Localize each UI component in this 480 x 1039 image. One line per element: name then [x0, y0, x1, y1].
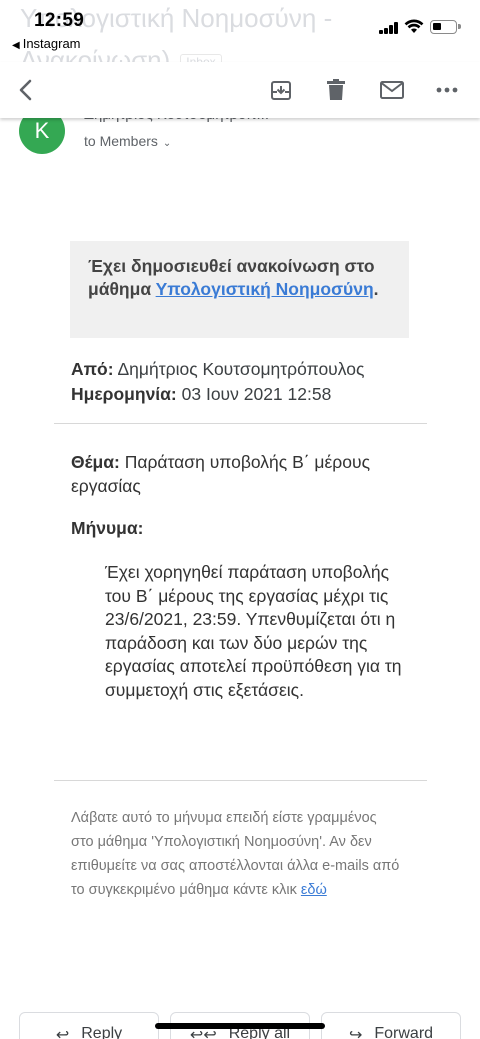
archive-icon[interactable] — [265, 74, 297, 106]
message-body: Έχει χορηγηθεί παράταση υποβολής του Β΄ … — [105, 562, 402, 700]
subject: Θέμα: Παράταση υποβολής Β΄ μέρους εργασί… — [71, 450, 421, 498]
back-to-app-link[interactable]: ◀ Instagram — [12, 36, 81, 51]
date-value: 03 Ιουν 2021 12:58 — [181, 384, 332, 404]
mail-icon[interactable] — [376, 74, 408, 106]
status-time: 12:59 — [34, 10, 85, 31]
forward-icon: ↪ — [348, 1027, 363, 1039]
wifi-icon — [404, 19, 424, 33]
from-label: Από: — [71, 359, 114, 379]
status-bar: 12:59 ◀ Instagram — [0, 0, 480, 62]
from-value: Δημήτριος Κουτσομητρόπουλος — [117, 359, 365, 379]
forward-label: Forward — [374, 1025, 434, 1039]
announcement-box: Έχει δημοσιευθεί ανακοίνωση στο μάθημα Υ… — [70, 241, 409, 338]
unsubscribe-link[interactable]: εδώ — [301, 882, 327, 898]
back-app-label: Instagram — [22, 36, 81, 51]
recipient-dropdown[interactable]: to Members ⌄ — [84, 133, 171, 149]
back-arrow-icon[interactable] — [10, 74, 42, 106]
battery-icon — [430, 20, 461, 34]
forward-button[interactable]: ↪ Forward — [321, 1012, 461, 1039]
date-label: Ημερομηνία: — [71, 384, 177, 404]
subject-label: Θέμα: — [71, 452, 120, 472]
back-triangle-icon: ◀ — [12, 40, 20, 51]
message-meta: Από: Δημήτριος Κουτσομητρόπουλος Ημερομη… — [71, 357, 364, 407]
email-toolbar — [0, 62, 480, 118]
more-horiz-icon[interactable] — [431, 74, 463, 106]
trash-icon[interactable] — [320, 74, 352, 106]
reply-button[interactable]: ↩ Reply — [19, 1012, 159, 1039]
unsubscribe-text: Λάβατε αυτό το μήνυμα επειδή είστε γραμμ… — [71, 810, 400, 898]
divider — [54, 423, 427, 424]
recipient-label: to Members — [84, 133, 158, 149]
course-link[interactable]: Υπολογιστική Νοημοσύνη — [156, 279, 374, 299]
chevron-down-icon: ⌄ — [162, 138, 172, 149]
reply-icon: ↩ — [55, 1027, 70, 1039]
divider — [54, 780, 427, 781]
cellular-signal-icon — [379, 22, 399, 34]
unsubscribe-note: Λάβατε αυτό το μήνυμα επειδή είστε γραμμ… — [71, 806, 401, 902]
announcement-suffix: . — [373, 279, 379, 299]
reply-label: Reply — [81, 1025, 123, 1039]
home-indicator — [155, 1023, 325, 1029]
message-label: Μήνυμα: — [71, 518, 144, 538]
